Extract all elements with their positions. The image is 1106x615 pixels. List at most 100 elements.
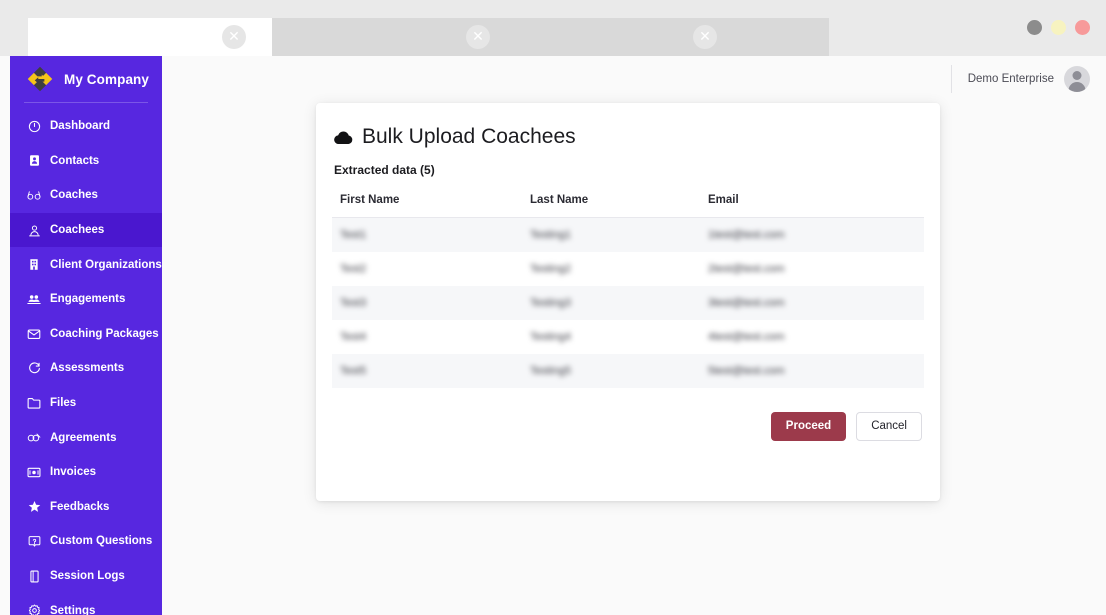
topbar-divider (950, 65, 952, 93)
browser-tab-3[interactable]: ✕ (499, 18, 829, 56)
user-avatar-icon[interactable] (1064, 66, 1090, 92)
minimize-dot[interactable] (1027, 20, 1042, 35)
sidebar-item-custom-questions[interactable]: Custom Questions (10, 524, 162, 559)
browser-tab-1-close-icon[interactable]: ✕ (222, 25, 246, 49)
sidebar-item-coaches[interactable]: Coaches (10, 178, 162, 213)
browser-tab-2-close-icon[interactable]: ✕ (466, 25, 490, 49)
table-body: Test1 Testing1 1test@test.com Test2 Test… (332, 217, 924, 388)
application-window: My Company Dashboard Contacts Coaches Co… (0, 56, 1106, 615)
cell-last-name: Testing4 (530, 330, 571, 343)
maximize-dot[interactable] (1051, 20, 1066, 35)
browser-tab-3-close-icon[interactable]: ✕ (693, 25, 717, 49)
sidebar-item-label: Custom Questions (50, 535, 153, 548)
column-header-first-name: First Name (332, 194, 522, 218)
close-dot[interactable] (1075, 20, 1090, 35)
bulk-upload-modal: Bulk Upload Coachees Extracted data (5) … (316, 103, 940, 501)
sidebar-item-label: Session Logs (50, 570, 125, 583)
browser-chrome: ✕ ✕ ✕ (0, 0, 1106, 56)
browser-tabstrip: ✕ ✕ ✕ (0, 0, 1106, 56)
table-row: Test2 Testing2 2test@test.com (332, 251, 924, 286)
organizations-icon (27, 258, 41, 272)
cell-first-name: Test5 (340, 364, 367, 377)
sidebar-item-contacts[interactable]: Contacts (10, 144, 162, 179)
browser-tab-3-body (517, 18, 811, 56)
sidebar-item-invoices[interactable]: Invoices (10, 455, 162, 490)
custom-questions-icon (27, 534, 41, 548)
session-logs-icon (27, 569, 41, 583)
cell-last-name: Testing3 (530, 296, 571, 309)
cell-last-name: Testing5 (530, 364, 571, 377)
cell-last-name: Testing1 (530, 228, 571, 241)
brand-name: My Company (64, 71, 150, 87)
sidebar-item-label: Coachees (50, 224, 105, 237)
sidebar-item-label: Invoices (50, 466, 97, 479)
coaches-icon (27, 188, 41, 202)
extracted-data-label: Extracted data (5) (334, 163, 435, 177)
sidebar-nav: Dashboard Contacts Coaches Coachees Clie… (10, 103, 162, 615)
coachees-icon (27, 223, 41, 237)
cell-email: 5test@test.com (708, 364, 785, 377)
sidebar-item-assessments[interactable]: Assessments (10, 351, 162, 386)
sidebar-item-dashboard[interactable]: Dashboard (10, 109, 162, 144)
cloud-upload-icon (334, 131, 353, 144)
extracted-data-table: First Name Last Name Email Test1 Testing… (332, 194, 924, 388)
tab-right-corner (807, 18, 829, 56)
cell-last-name: Testing2 (530, 262, 571, 275)
table-row: Test5 Testing5 5test@test.com (332, 353, 924, 388)
sidebar-item-client-organizations[interactable]: Client Organizations (10, 247, 162, 282)
tab-left-corner (499, 18, 521, 56)
sidebar-item-label: Files (50, 397, 77, 410)
proceed-button[interactable]: Proceed (770, 411, 847, 441)
sidebar-item-engagements[interactable]: Engagements (10, 282, 162, 317)
cell-email: 4test@test.com (708, 330, 785, 343)
dashboard-icon (27, 119, 41, 133)
tab-left-corner (272, 18, 294, 56)
settings-gear-icon (27, 604, 41, 615)
column-header-last-name: Last Name (522, 194, 700, 218)
sidebar-item-agreements[interactable]: Agreements (10, 420, 162, 455)
files-icon (27, 396, 41, 410)
assessments-icon (27, 361, 41, 375)
sidebar-item-coachees[interactable]: Coachees (10, 212, 162, 248)
cell-first-name: Test4 (340, 330, 367, 343)
sidebar-item-feedbacks[interactable]: Feedbacks (10, 490, 162, 525)
sidebar: My Company Dashboard Contacts Coaches Co… (10, 56, 162, 615)
sidebar-item-label: Coaching Packages (50, 327, 159, 340)
sidebar-item-label: Client Organizations (50, 258, 162, 271)
cell-email: 1test@test.com (708, 228, 785, 241)
column-header-email: Email (700, 194, 924, 218)
contacts-icon (27, 154, 41, 168)
table-row: Test3 Testing3 3test@test.com (332, 285, 924, 320)
sidebar-item-label: Contacts (50, 154, 100, 167)
table-head: First Name Last Name Email (332, 194, 924, 218)
table-row: Test4 Testing4 4test@test.com (332, 319, 924, 354)
cell-email: 3test@test.com (708, 296, 785, 309)
cell-email: 2test@test.com (708, 262, 785, 275)
user-name: Demo Enterprise (967, 73, 1054, 85)
feedbacks-icon (27, 500, 41, 514)
cell-first-name: Test3 (340, 296, 367, 309)
table-row: Test1 Testing1 1test@test.com (332, 217, 924, 252)
tab-left-corner (28, 18, 50, 56)
sidebar-item-settings[interactable]: Settings (10, 593, 162, 615)
engagements-icon (27, 292, 41, 306)
cancel-button[interactable]: Cancel (856, 411, 922, 441)
window-controls (1027, 20, 1090, 35)
cell-first-name: Test1 (340, 228, 367, 241)
cell-first-name: Test2 (340, 262, 367, 275)
agreements-icon (27, 431, 41, 445)
company-logo-icon (27, 66, 53, 92)
sidebar-item-label: Assessments (50, 362, 125, 375)
sidebar-item-coaching-packages[interactable]: Coaching Packages (10, 317, 162, 352)
sidebar-item-label: Feedbacks (50, 500, 110, 513)
brand[interactable]: My Company (10, 56, 162, 102)
sidebar-item-session-logs[interactable]: Session Logs (10, 559, 162, 594)
topbar: Demo Enterprise (162, 56, 1106, 102)
modal-title-row: Bulk Upload Coachees (332, 125, 924, 149)
packages-icon (27, 327, 41, 341)
sidebar-item-label: Coaches (50, 189, 98, 202)
sidebar-item-label: Settings (50, 604, 96, 615)
sidebar-item-files[interactable]: Files (10, 386, 162, 421)
table-header-row: First Name Last Name Email (332, 194, 924, 218)
invoices-icon (27, 465, 41, 479)
